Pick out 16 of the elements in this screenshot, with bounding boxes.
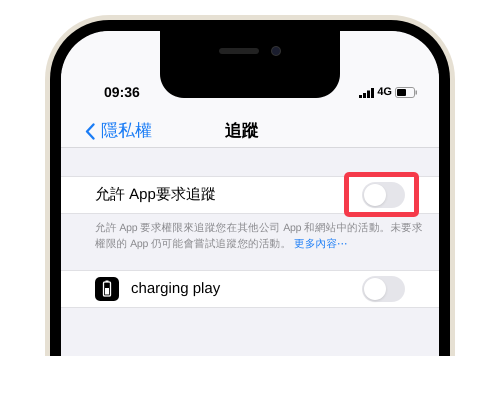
camera-icon <box>271 46 281 56</box>
speaker-icon <box>219 48 259 54</box>
chevron-left-icon <box>85 122 95 140</box>
back-button[interactable]: 隱私權 <box>85 118 152 144</box>
battery-app-icon <box>95 277 119 301</box>
battery-icon <box>395 87 417 98</box>
nav-title: 追蹤 <box>225 120 259 142</box>
toggle-switch[interactable] <box>362 182 405 208</box>
status-time: 09:36 <box>104 83 140 102</box>
app-name: charging play <box>131 278 222 299</box>
setting-label: 允許 App要求追蹤 <box>95 184 217 205</box>
network-label: 4G <box>377 85 392 100</box>
toggle-switch[interactable] <box>362 276 405 302</box>
more-link[interactable]: 更多內容⋯ <box>294 238 348 250</box>
signal-icon <box>359 88 374 98</box>
footer-text: 允許 App 要求權限來追蹤您在其他公司 App 和網站中的活動。未要求權限的 App 仍可能會嘗試追蹤您的活動。 更多內容⋯ <box>94 221 424 252</box>
